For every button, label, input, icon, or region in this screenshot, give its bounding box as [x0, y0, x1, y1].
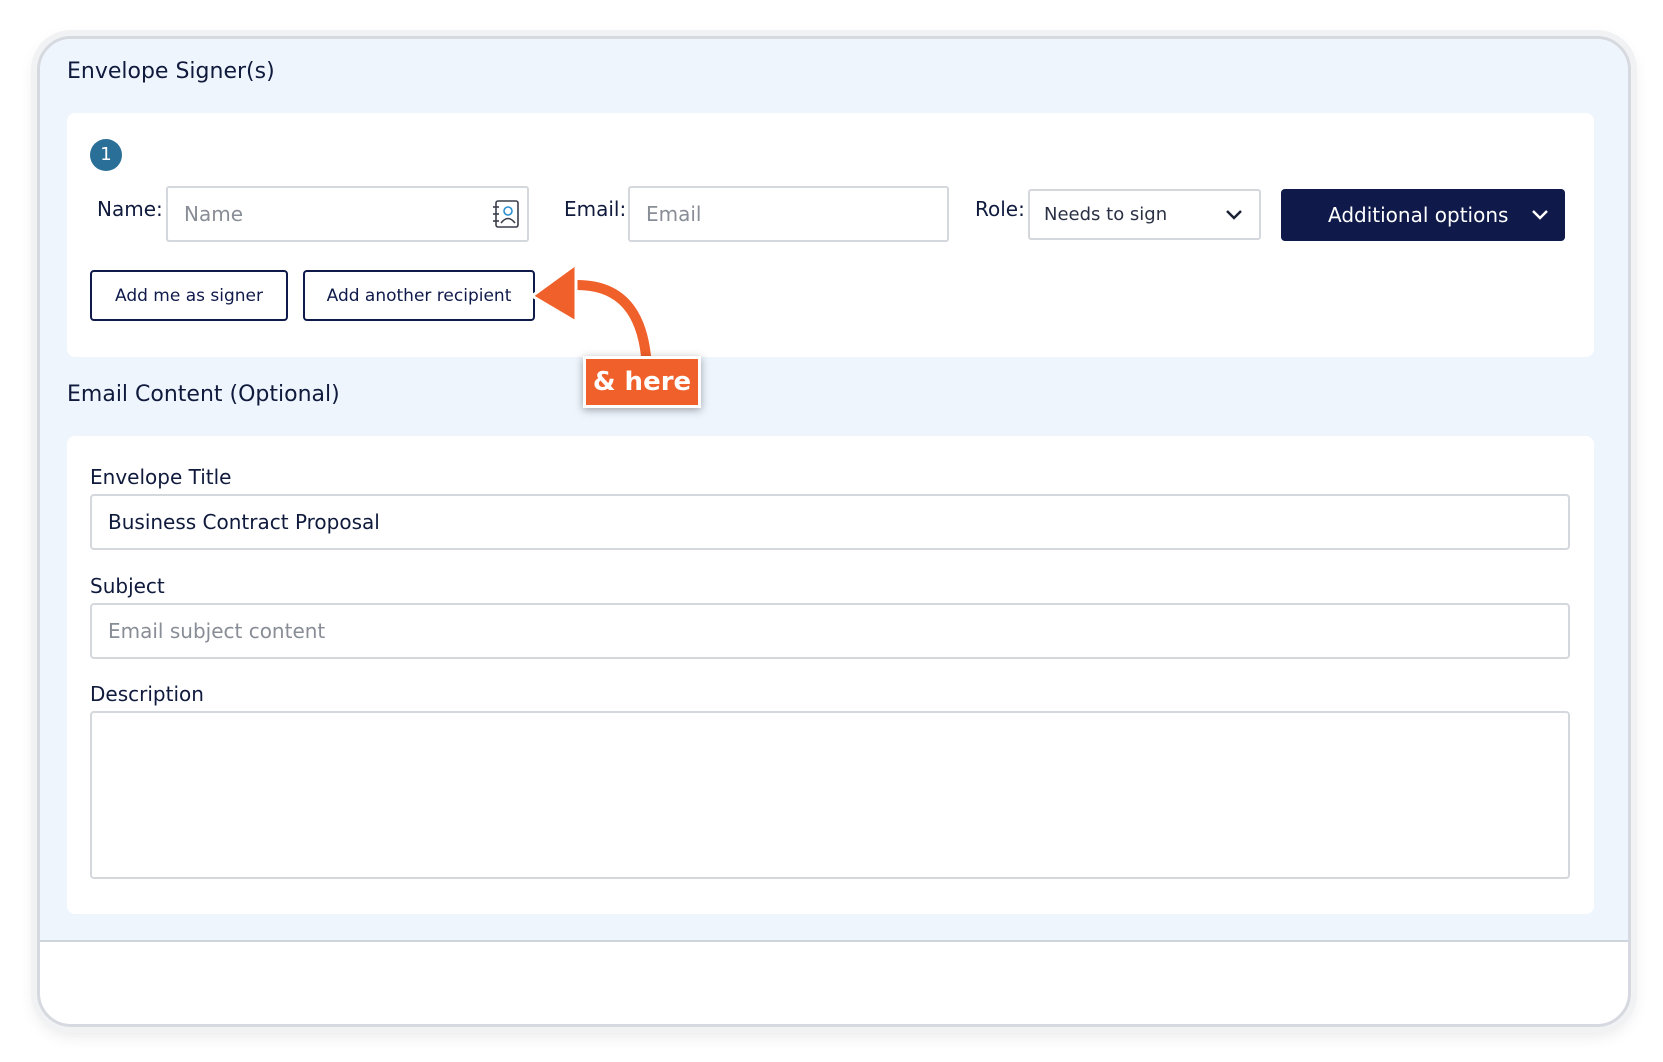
callout-arrow-icon: [530, 262, 654, 364]
envelope-title-value: Business Contract Proposal: [108, 510, 380, 534]
window-frame: Envelope Signer(s) 1 Name: Name Email: E…: [37, 36, 1631, 1027]
name-label: Name:: [97, 197, 163, 221]
email-section-title: Email Content (Optional): [67, 382, 340, 407]
role-label: Role:: [975, 197, 1025, 221]
name-placeholder: Name: [184, 202, 244, 226]
chevron-down-icon: [1226, 209, 1242, 220]
description-label: Description: [90, 682, 204, 706]
signers-section-title: Envelope Signer(s): [67, 59, 275, 84]
additional-options-button[interactable]: Additional options: [1281, 189, 1565, 241]
name-input[interactable]: Name: [166, 186, 529, 242]
description-textarea[interactable]: [90, 711, 1570, 879]
callout-label: & here: [583, 356, 701, 408]
add-another-recipient-button[interactable]: Add another recipient: [303, 270, 535, 321]
role-select[interactable]: Needs to sign: [1028, 189, 1261, 240]
email-content-card: Envelope Title Business Contract Proposa…: [67, 436, 1594, 914]
envelope-title-label: Envelope Title: [90, 465, 232, 489]
email-input[interactable]: Email: [628, 186, 949, 242]
add-me-as-signer-button[interactable]: Add me as signer: [90, 270, 288, 321]
additional-options-label: Additional options: [1328, 203, 1509, 227]
subject-input[interactable]: Email subject content: [90, 603, 1570, 659]
signer-number-badge: 1: [90, 139, 122, 171]
role-value: Needs to sign: [1044, 204, 1168, 225]
email-placeholder: Email: [646, 202, 702, 226]
content-panel: Envelope Signer(s) 1 Name: Name Email: E…: [40, 39, 1628, 942]
contact-book-icon[interactable]: [491, 200, 521, 228]
envelope-title-input[interactable]: Business Contract Proposal: [90, 494, 1570, 550]
subject-placeholder: Email subject content: [108, 619, 326, 643]
subject-label: Subject: [90, 574, 165, 598]
signer-card: 1 Name: Name Email: Email Role: Needs to…: [67, 113, 1594, 357]
email-label: Email:: [564, 197, 627, 221]
chevron-down-icon: [1532, 210, 1548, 220]
